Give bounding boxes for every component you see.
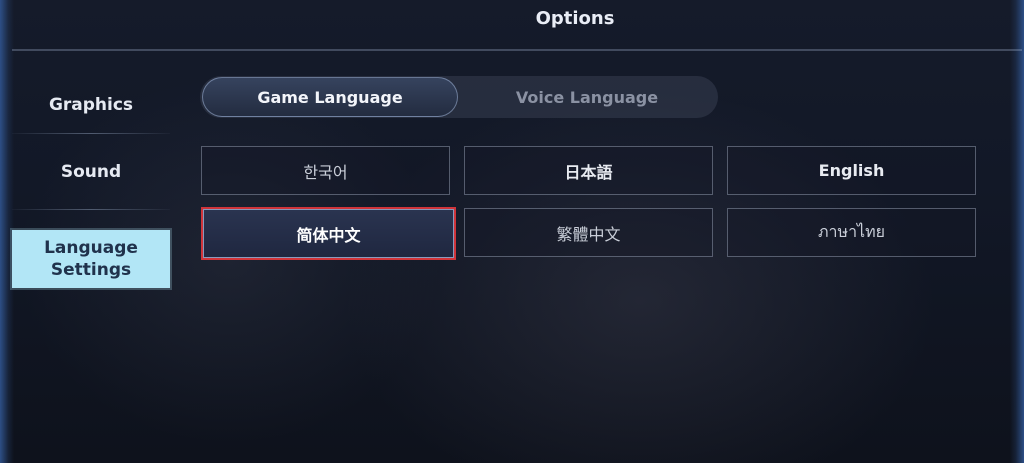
header-divider	[12, 49, 1022, 51]
language-option-japanese[interactable]: 日本語	[464, 146, 713, 195]
sidebar-item-label: Language Settings	[44, 238, 138, 280]
language-option-korean[interactable]: 한국어	[201, 146, 450, 195]
tab-game-language[interactable]: Game Language	[202, 77, 458, 117]
frame-edge-right	[1010, 0, 1024, 463]
sidebar-item-graphics[interactable]: Graphics	[12, 76, 170, 134]
sidebar-item-label: Sound	[60, 162, 122, 182]
language-option-traditional-chinese[interactable]: 繁體中文	[464, 208, 713, 257]
language-option-simplified-chinese[interactable]: 简体中文	[203, 209, 454, 258]
sidebar-item-sound[interactable]: Sound	[12, 134, 170, 210]
sidebar-item-label: Graphics	[48, 95, 134, 115]
language-option-thai[interactable]: ภาษาไทย	[727, 208, 976, 257]
page-title: Options	[535, 8, 615, 29]
language-tab-bar: Game Language Voice Language	[200, 76, 718, 118]
language-option-english[interactable]: English	[727, 146, 976, 195]
sidebar-divider	[12, 209, 170, 210]
sidebar-item-language-settings[interactable]: Language Settings	[12, 230, 170, 288]
tab-voice-language[interactable]: Voice Language	[458, 76, 716, 118]
options-screen: Options Graphics Sound Language Settings…	[0, 0, 1024, 463]
